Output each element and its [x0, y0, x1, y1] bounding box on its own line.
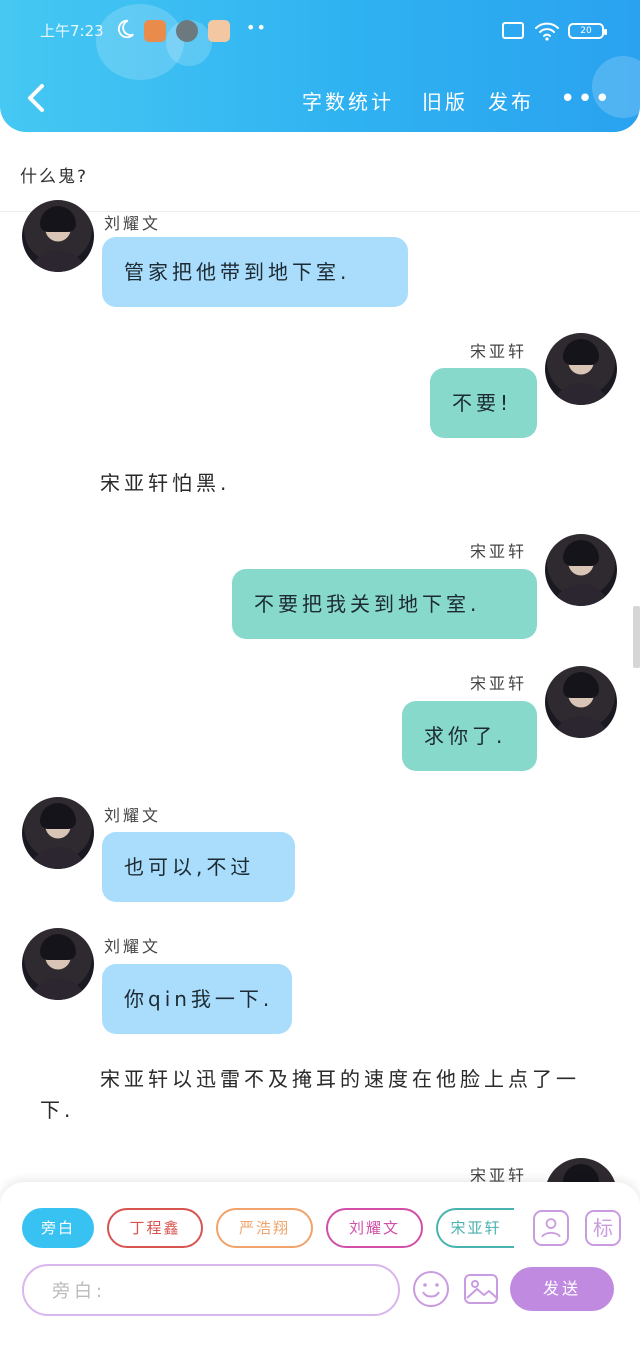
- top-app-bar: 上午7:23 •• 20 字数统计 旧版 发布 •••: [0, 0, 640, 132]
- smile-icon[interactable]: [412, 1270, 450, 1308]
- avatar[interactable]: [545, 534, 617, 606]
- role-chip-narration[interactable]: 旁白: [22, 1208, 94, 1248]
- sender-name: 刘耀文: [104, 214, 162, 233]
- more-dots-icon[interactable]: •••: [560, 84, 612, 114]
- sender-name: 宋亚轩: [470, 342, 528, 361]
- moon-icon: [117, 19, 134, 39]
- narration-text[interactable]: 宋亚轩怕黑.: [40, 468, 600, 499]
- more-notifications-icon: ••: [246, 18, 267, 37]
- sim-icon: [502, 22, 524, 39]
- role-chip-song-yaxuan[interactable]: 宋亚轩: [436, 1208, 514, 1248]
- word-count-button[interactable]: 字数统计: [302, 86, 394, 115]
- message-input-wrapper[interactable]: [22, 1264, 400, 1316]
- chat-bubble-right[interactable]: 不要!: [430, 368, 537, 438]
- story-title-row[interactable]: 什么鬼?: [0, 132, 640, 212]
- battery-icon: 20: [568, 23, 607, 39]
- old-version-button[interactable]: 旧版: [422, 86, 468, 115]
- camera-app-icon: [176, 20, 198, 42]
- mascot-app-icon: [208, 20, 230, 42]
- person-card-icon[interactable]: [533, 1210, 569, 1246]
- mark-button[interactable]: 标: [585, 1210, 621, 1246]
- publish-button[interactable]: 发布: [488, 86, 534, 115]
- status-bar: 上午7:23 •• 20: [0, 14, 640, 50]
- image-icon[interactable]: [462, 1270, 500, 1308]
- narration-text[interactable]: 宋亚轩以迅雷不及掩耳的速度在他脸上点了一下.: [40, 1064, 600, 1126]
- role-chip-yan-haoxiang[interactable]: 严浩翔: [216, 1208, 313, 1248]
- send-button[interactable]: 发送: [510, 1267, 614, 1311]
- chat-bubble-left[interactable]: 管家把他带到地下室.: [102, 237, 408, 307]
- avatar[interactable]: [22, 797, 94, 869]
- role-chip-ding-chengxin[interactable]: 丁程鑫: [107, 1208, 203, 1248]
- shield-app-icon: [144, 20, 166, 42]
- chat-bubble-left[interactable]: 也可以,不过: [102, 832, 295, 902]
- avatar[interactable]: [22, 928, 94, 1000]
- chat-bubble-left[interactable]: 你qin我一下.: [102, 964, 292, 1034]
- avatar[interactable]: [545, 666, 617, 738]
- avatar[interactable]: [545, 333, 617, 405]
- avatar[interactable]: [22, 200, 94, 272]
- sender-name: 宋亚轩: [470, 542, 528, 561]
- sender-name: 刘耀文: [104, 806, 162, 825]
- sender-name: 宋亚轩: [470, 674, 528, 693]
- chat-bubble-right[interactable]: 求你了.: [402, 701, 537, 771]
- story-title: 什么鬼?: [20, 167, 89, 187]
- chat-bubble-right[interactable]: 不要把我关到地下室.: [232, 569, 537, 639]
- sender-name: 刘耀文: [104, 937, 162, 956]
- composer-panel: 旁白 丁程鑫 严浩翔 刘耀文 宋亚轩 标 发送: [0, 1182, 640, 1351]
- status-time: 上午7:23: [40, 22, 104, 40]
- back-button[interactable]: [18, 76, 54, 120]
- message-input[interactable]: [52, 1278, 382, 1304]
- role-chip-liu-yaowen[interactable]: 刘耀文: [326, 1208, 423, 1248]
- wifi-icon: [535, 22, 559, 41]
- scrollbar-thumb[interactable]: [633, 606, 640, 668]
